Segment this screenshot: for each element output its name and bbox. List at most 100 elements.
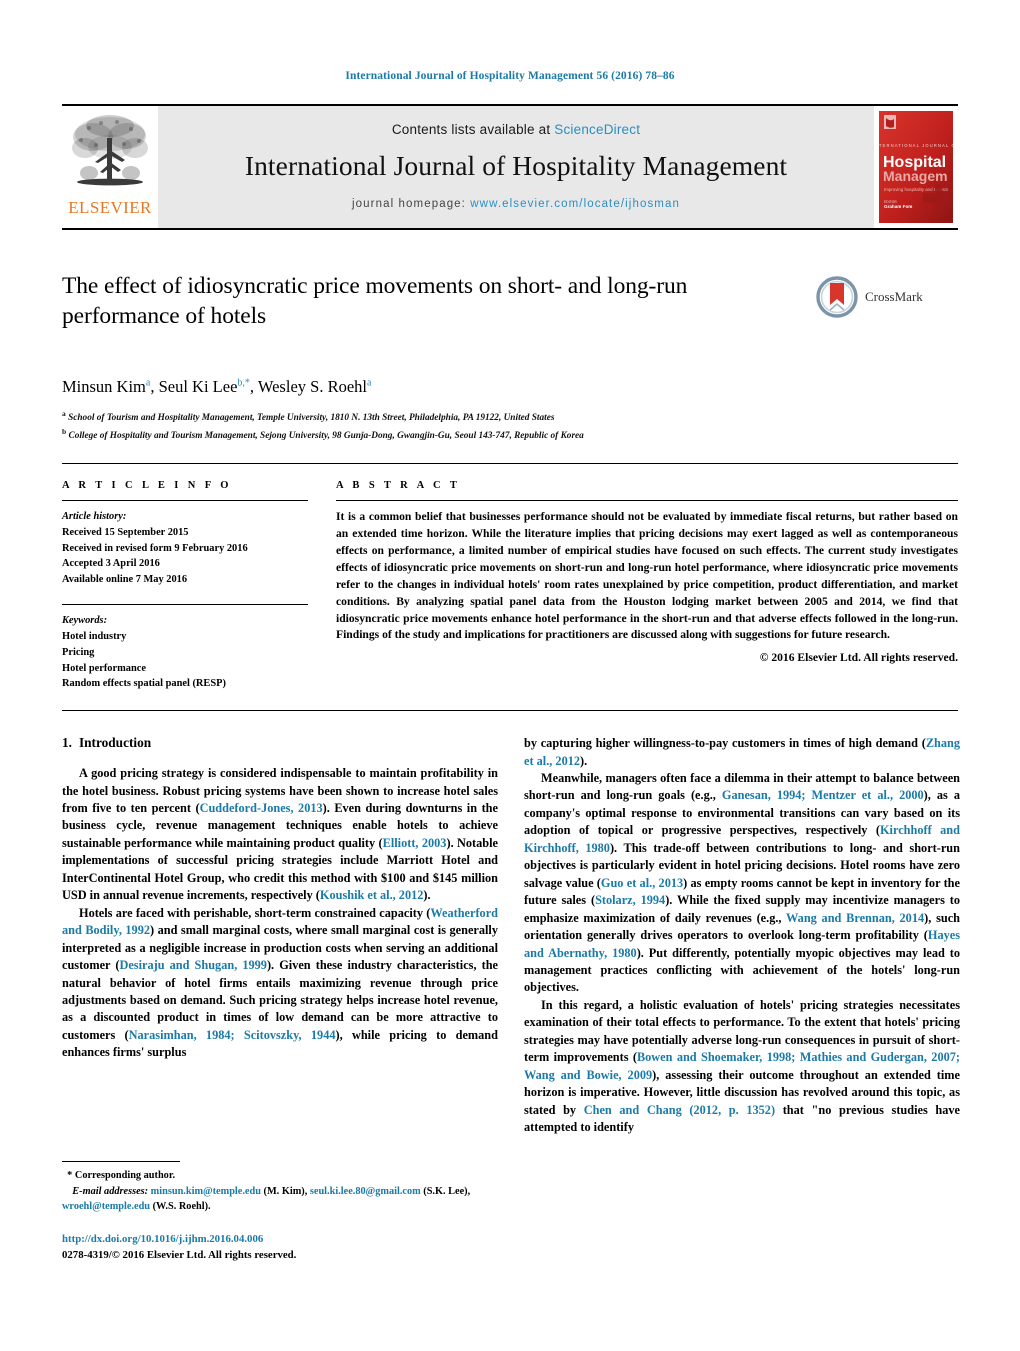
citation-koushik[interactable]: Koushik et al., 2012 (320, 888, 424, 902)
citation-cuddeford-jones[interactable]: Cuddeford-Jones, 2013 (200, 801, 323, 815)
keyword-item-0: Hotel industry (62, 630, 127, 642)
journal-homepage-line: journal homepage: www.elsevier.com/locat… (352, 198, 680, 210)
citation-wang-brennan[interactable]: Wang and Brennan, 2014 (786, 911, 924, 925)
author-name-1: Minsun Kim (62, 377, 146, 396)
keywords-label: Keywords: (62, 615, 108, 627)
citation-ganesan-mentzer[interactable]: Ganesan, 1994; Mentzer et al., 2000 (722, 788, 924, 802)
citation-chen-chang[interactable]: Chen and Chang (2012, p. 1352) (584, 1103, 775, 1117)
keyword-item-1: Pricing (62, 646, 95, 658)
paragraph-right-1: by capturing higher willingness-to-pay c… (524, 735, 960, 770)
article-info-heading: A R T I C L E I N F O (62, 480, 232, 491)
citation-desiraju-shugan[interactable]: Desiraju and Shugan, 1999 (119, 958, 267, 972)
footnote-area: * Corresponding author. E-mail addresses… (62, 1161, 498, 1263)
affiliation-marker-a: a (62, 409, 66, 418)
affiliation-marker-b: b (62, 426, 67, 436)
email-owner-3: (W.S. Roehl) (152, 1201, 209, 1213)
article-page: International Journal of Hospitality Man… (0, 0, 1020, 1351)
crossmark-badge[interactable]: CrossMark (816, 274, 958, 320)
author-list: Minsun Kima, Seul Ki Leeb,*, Wesley S. R… (62, 377, 372, 396)
affiliation-item-a: a School of Tourism and Hospitality Mana… (62, 408, 958, 426)
text-run: by capturing higher willingness-to-pay c… (524, 736, 926, 751)
text-run: ). (580, 753, 588, 768)
citation-narasimhan-scitovszky[interactable]: Narasimhan, 1984; Scitovszky, 1944 (129, 1028, 336, 1042)
keyword-item-3: Random effects spatial panel (RESP) (62, 678, 226, 690)
abstract-copyright: © 2016 Elsevier Ltd. All rights reserved… (759, 651, 958, 665)
crossmark-icon (816, 276, 858, 318)
title-area: The effect of idiosyncratic price moveme… (62, 272, 958, 358)
keywords-rule (62, 604, 308, 606)
email-link-3[interactable]: wroehl@temple.edu (62, 1201, 150, 1212)
journal-homepage-link[interactable]: www.elsevier.com/locate/ijhosman (470, 198, 680, 210)
section-heading-introduction: 1. Introduction (62, 735, 498, 751)
section-title: Introduction (78, 735, 152, 751)
corresponding-marker: * (67, 1170, 73, 1182)
body-left-column: 1. Introduction A good pricing strategy i… (62, 735, 498, 1136)
article-info-rule (62, 500, 308, 501)
citation-guo[interactable]: Guo et al., 2013 (601, 876, 683, 890)
journal-cover-thumbnail-icon: INTERNATIONAL JOURNAL OF Hospital Manage… (879, 111, 953, 223)
author-name-2: Seul Ki Lee (158, 377, 238, 396)
body-right-column: by capturing higher willingness-to-pay c… (524, 735, 960, 1136)
author-name-3: Wesley S. Roehl (257, 377, 367, 396)
band-bottom-rule (62, 710, 958, 712)
abstract-heading: A B S T R A C T (336, 480, 461, 491)
affiliation-list: a School of Tourism and Hospitality Mana… (62, 408, 958, 443)
abstract-column: A B S T R A C T It is a common belief th… (336, 480, 958, 692)
email-label: E-mail addresses: (72, 1185, 149, 1197)
elsevier-tree-icon (72, 115, 148, 186)
doi-block: http://dx.doi.org/10.1016/j.ijhm.2016.04… (62, 1231, 498, 1263)
paragraph-right-3: In this regard, a holistic evaluation of… (524, 997, 960, 1137)
elsevier-wordmark: ELSEVIER (68, 198, 152, 217)
elsevier-logo-block: ELSEVIER (62, 106, 158, 228)
journal-masthead: ELSEVIER Contents lists available at Sci… (62, 104, 958, 230)
body-columns: 1. Introduction A good pricing strategy i… (62, 735, 960, 1136)
homepage-prefix: journal homepage: (352, 198, 471, 210)
history-item-3: Available online 7 May 2016 (62, 574, 188, 586)
article-history-label: Article history: (62, 511, 127, 522)
paragraph-left-1: A good pricing strategy is considered in… (62, 765, 498, 905)
doi-link[interactable]: http://dx.doi.org/10.1016/j.ijhm.2016.04… (62, 1231, 498, 1247)
contents-prefix: Contents lists available at (391, 122, 555, 137)
abstract-text: It is a common belief that businesses pe… (336, 510, 958, 642)
history-item-1: Received in revised form 9 February 2016 (62, 542, 248, 554)
paragraph-right-2: Meanwhile, managers often face a dilemma… (524, 770, 960, 997)
paragraph-left-2: Hotels are faced with perishable, short-… (62, 905, 498, 1062)
text-run: ). (423, 888, 431, 903)
svg-text:INTERNATIONAL JOURNAL OF: INTERNATIONAL JOURNAL OF (879, 143, 953, 148)
abstract-rule (336, 500, 958, 501)
keywords-block: Keywords: Hotel industry Pricing Hotel p… (62, 613, 308, 692)
history-item-0: Received 15 September 2015 (62, 526, 189, 538)
journal-cover-block: INTERNATIONAL JOURNAL OF Hospital Manage… (874, 106, 958, 228)
affiliation-text-a: School of Tourism and Hospitality Manage… (68, 413, 555, 424)
affiliation-text-b: College of Hospitality and Tourism Manag… (68, 430, 584, 441)
section-number: 1. (62, 735, 72, 751)
footnote-rule (62, 1161, 180, 1163)
email-link-2[interactable]: seul.ki.lee.80@gmail.com (310, 1186, 421, 1197)
email-owner-2: (S.K. Lee) (423, 1185, 468, 1197)
citation-stolarz[interactable]: Stolarz, 1994 (595, 893, 665, 907)
affiliation-item-b: b College of Hospitality and Tourism Man… (62, 426, 958, 444)
author-affil-marker-2: b,* (237, 377, 250, 389)
citation-elliott[interactable]: Elliott, 2003 (383, 836, 447, 850)
sciencedirect-link[interactable]: ScienceDirect (554, 122, 640, 137)
history-item-2: Accepted 3 April 2016 (62, 558, 160, 570)
article-info-column: A R T I C L E I N F O Article history: R… (62, 480, 308, 692)
crossmark-label: CrossMark (865, 289, 923, 304)
info-abstract-band: A R T I C L E I N F O Article history: R… (62, 463, 958, 692)
contents-available-line: Contents lists available at ScienceDirec… (392, 122, 640, 137)
masthead-center: Contents lists available at ScienceDirec… (158, 106, 874, 228)
corresponding-text: Corresponding author. (74, 1170, 176, 1182)
email-owner-1: (M. Kim) (263, 1185, 305, 1197)
svg-text:Graham Fom: Graham Fom (884, 204, 912, 209)
article-history-block: Article history: Received 15 September 2… (62, 509, 308, 588)
author-affil-marker-3: a (366, 377, 372, 389)
corresponding-author-note: * Corresponding author. (62, 1168, 498, 1183)
journal-title: International Journal of Hospitality Man… (244, 150, 788, 181)
issn-copyright-line: 0278-4319/© 2016 Elsevier Ltd. All right… (62, 1248, 297, 1261)
keyword-item-2: Hotel performance (62, 662, 146, 674)
email-link-1[interactable]: minsun.kim@temple.edu (151, 1186, 261, 1197)
email-addresses-note: E-mail addresses: minsun.kim@temple.edu … (62, 1185, 471, 1213)
svg-text:Managem: Managem (883, 168, 948, 184)
running-head: International Journal of Hospitality Man… (345, 70, 675, 82)
